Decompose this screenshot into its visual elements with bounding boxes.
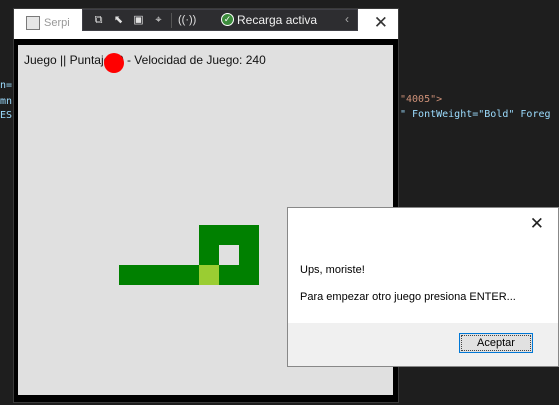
dialog-instruction: Para empezar otro juego presiona ENTER..… [300, 291, 516, 303]
hot-reload-status: Recarga activa [237, 13, 318, 27]
accept-button[interactable]: Aceptar [459, 333, 533, 353]
xaml-debug-toolbar: ⧉ ⬉ ▣ ⌖ ((·)) ✓ Recarga activa ‹ [82, 9, 358, 31]
hot-reload-icon[interactable]: ((·)) [178, 13, 196, 27]
code-fragment: ES [0, 110, 13, 121]
game-over-dialog: ✕ Ups, moriste! Para empezar otro juego … [287, 207, 559, 367]
close-window-button[interactable]: ✕ [374, 13, 388, 33]
game-status-text: Juego || Puntaje: 0 - Velocidad de Juego… [24, 53, 266, 67]
dialog-message: Ups, moriste! [300, 264, 365, 276]
select-element-icon[interactable]: ⬉ [111, 13, 126, 27]
snake-head [199, 265, 219, 285]
focus-rectangle [461, 335, 531, 351]
dialog-footer: Aceptar [288, 323, 558, 366]
track-focus-icon[interactable]: ⌖ [151, 13, 166, 27]
code-fragment: mn [0, 96, 13, 107]
status-ok-icon: ✓ [221, 13, 234, 26]
window-title: Serpi [44, 17, 70, 29]
display-adorners-icon[interactable]: ▣ [131, 13, 146, 27]
toolbar-separator [171, 13, 172, 28]
code-fragment: " FontWeight="Bold" Foreg [400, 109, 551, 120]
collapse-toolbar-icon[interactable]: ‹ [345, 12, 349, 26]
code-fragment: "4005"> [400, 94, 443, 105]
board-cell-empty [219, 245, 239, 265]
live-tree-icon[interactable]: ⧉ [91, 13, 106, 27]
click-indicator [104, 53, 124, 73]
code-fragment: n= [0, 80, 13, 91]
app-icon [26, 16, 40, 30]
dialog-close-button[interactable]: ✕ [530, 214, 544, 234]
